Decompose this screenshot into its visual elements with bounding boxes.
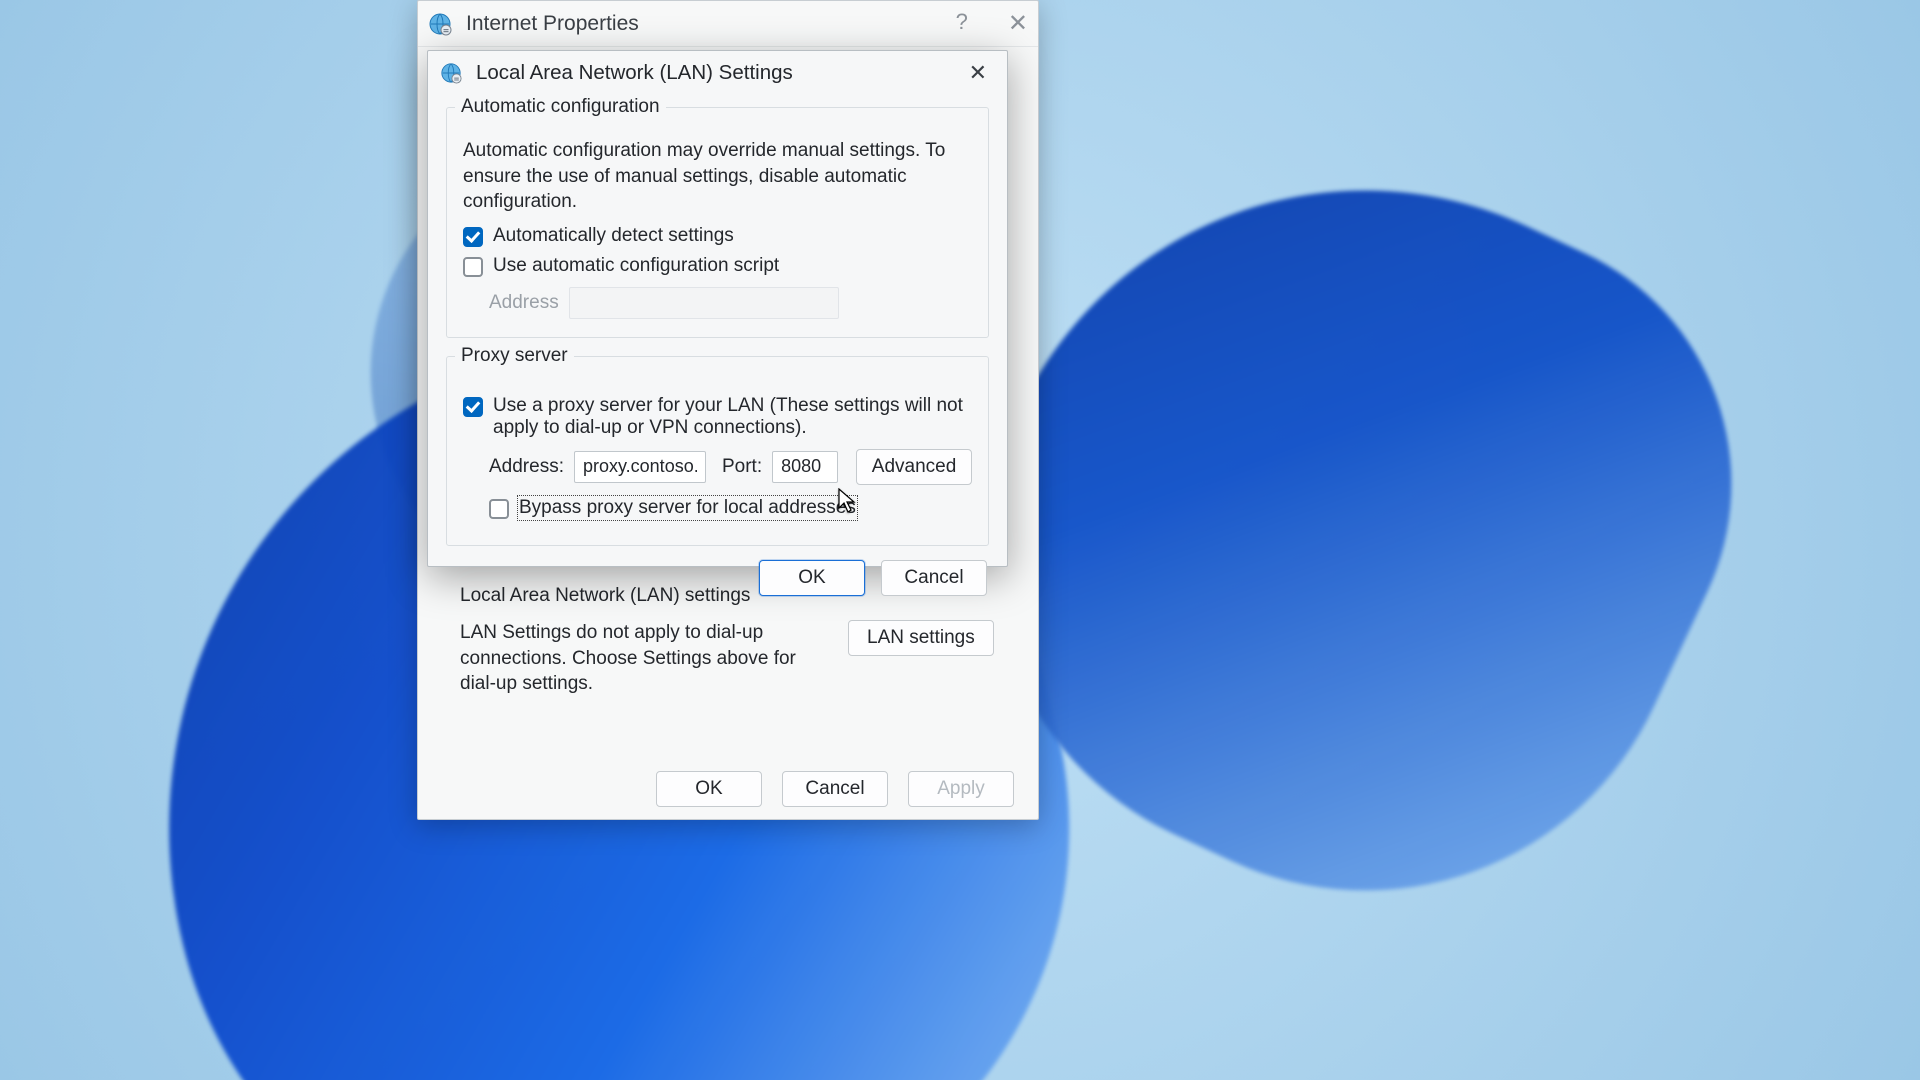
proxy-address-input[interactable] bbox=[574, 451, 706, 483]
auto-detect-checkbox[interactable] bbox=[463, 227, 483, 247]
auto-config-script-checkbox[interactable] bbox=[463, 257, 483, 277]
proxy-server-legend: Proxy server bbox=[455, 345, 574, 367]
lan-settings-button[interactable]: LAN settings bbox=[848, 620, 994, 656]
ok-button[interactable]: OK bbox=[656, 771, 762, 807]
close-icon[interactable]: ✕ bbox=[961, 56, 995, 90]
auto-config-script-label: Use automatic configuration script bbox=[493, 255, 779, 277]
auto-config-address-label: Address bbox=[489, 292, 559, 314]
proxy-address-label: Address: bbox=[489, 456, 564, 478]
help-button[interactable]: ? bbox=[956, 9, 968, 38]
auto-detect-label: Automatically detect settings bbox=[493, 225, 734, 247]
proxy-advanced-button[interactable]: Advanced bbox=[856, 449, 972, 485]
cancel-button[interactable]: Cancel bbox=[881, 560, 987, 596]
internet-options-icon bbox=[428, 12, 452, 36]
cancel-button[interactable]: Cancel bbox=[782, 771, 888, 807]
lan-settings-title: Local Area Network (LAN) Settings bbox=[476, 61, 793, 85]
proxy-port-label: Port: bbox=[722, 456, 762, 478]
use-proxy-checkbox[interactable] bbox=[463, 397, 483, 417]
proxy-server-group: Proxy server Use a proxy server for your… bbox=[446, 356, 989, 546]
proxy-port-input[interactable] bbox=[772, 451, 838, 483]
lan-settings-dialog: Local Area Network (LAN) Settings ✕ Auto… bbox=[427, 50, 1008, 567]
automatic-configuration-legend: Automatic configuration bbox=[455, 96, 666, 118]
internet-properties-titlebar[interactable]: Internet Properties ? ✕ bbox=[418, 1, 1038, 47]
internet-options-icon bbox=[440, 62, 462, 84]
bypass-proxy-checkbox[interactable] bbox=[489, 499, 509, 519]
automatic-configuration-group: Automatic configuration Automatic config… bbox=[446, 107, 989, 338]
lan-settings-group-text: LAN Settings do not apply to dial-up con… bbox=[460, 620, 830, 697]
auto-config-address-input[interactable] bbox=[569, 287, 839, 319]
apply-button[interactable]: Apply bbox=[908, 771, 1014, 807]
lan-settings-titlebar[interactable]: Local Area Network (LAN) Settings ✕ bbox=[428, 51, 1007, 95]
internet-properties-title: Internet Properties bbox=[466, 12, 639, 36]
ok-button[interactable]: OK bbox=[759, 560, 865, 596]
automatic-configuration-description: Automatic configuration may override man… bbox=[463, 138, 972, 215]
bypass-proxy-label: Bypass proxy server for local addresses bbox=[519, 497, 856, 519]
use-proxy-label: Use a proxy server for your LAN (These s… bbox=[493, 395, 972, 439]
close-icon[interactable]: ✕ bbox=[1008, 9, 1028, 38]
